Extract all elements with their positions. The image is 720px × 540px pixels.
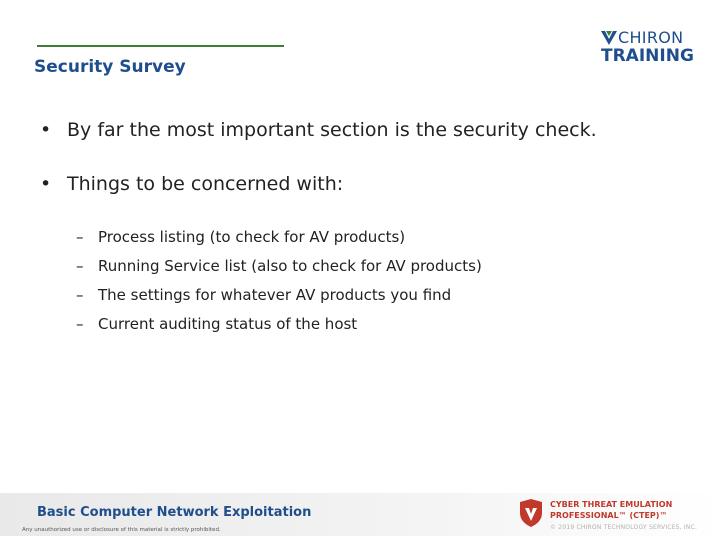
footer-legal-notice: Any unauthorized use or disclosure of th… <box>22 527 221 533</box>
ctep-certification-label: CYBER THREAT EMULATION PROFESSIONAL™ (CT… <box>550 499 710 521</box>
slide-title: Security Survey <box>34 57 186 77</box>
sub-bullet-text: The settings for whatever AV products yo… <box>98 286 452 304</box>
cert-line-2: PROFESSIONAL™ (CTEP)™ <box>550 511 668 520</box>
sub-bullet-item: – The settings for whatever AV products … <box>76 284 676 313</box>
sub-bullet-text: Process listing (to check for AV product… <box>98 228 406 246</box>
logo-chiron-text: CHIRON <box>618 28 684 47</box>
ctep-badge-icon <box>520 499 542 527</box>
bullet-item: • By far the most important section is t… <box>40 118 680 142</box>
sub-bullet-marker: – <box>76 257 84 275</box>
cert-line-1: CYBER THREAT EMULATION <box>550 500 673 509</box>
sub-bullet-list: – Process listing (to check for AV produ… <box>76 226 676 342</box>
sub-bullet-marker: – <box>76 315 84 333</box>
bullet-item: • Things to be concerned with: <box>40 172 680 196</box>
bullet-marker: • <box>40 119 52 141</box>
bullet-text: By far the most important section is the… <box>67 119 597 141</box>
logo-top-row: CHIRON <box>600 29 683 47</box>
bullet-text: Things to be concerned with: <box>67 173 344 195</box>
bullet-marker: • <box>40 173 52 195</box>
logo-training-text: TRAINING <box>601 46 694 66</box>
sub-bullet-text: Current auditing status of the host <box>98 315 358 333</box>
footer-course-title: Basic Computer Network Exploitation <box>37 505 312 520</box>
footer-copyright: © 2019 CHIRON TECHNOLOGY SERVICES, INC. <box>550 524 698 531</box>
chiron-shield-icon <box>601 31 617 45</box>
sub-bullet-item: – Current auditing status of the host <box>76 313 676 342</box>
title-underline <box>37 45 284 47</box>
main-bullet-list: • By far the most important section is t… <box>40 118 680 226</box>
sub-bullet-text: Running Service list (also to check for … <box>98 257 482 275</box>
sub-bullet-marker: – <box>76 286 84 304</box>
sub-bullet-item: – Process listing (to check for AV produ… <box>76 226 676 255</box>
sub-bullet-marker: – <box>76 228 84 246</box>
sub-bullet-item: – Running Service list (also to check fo… <box>76 255 676 284</box>
chiron-training-logo: CHIRON TRAINING <box>600 29 700 69</box>
